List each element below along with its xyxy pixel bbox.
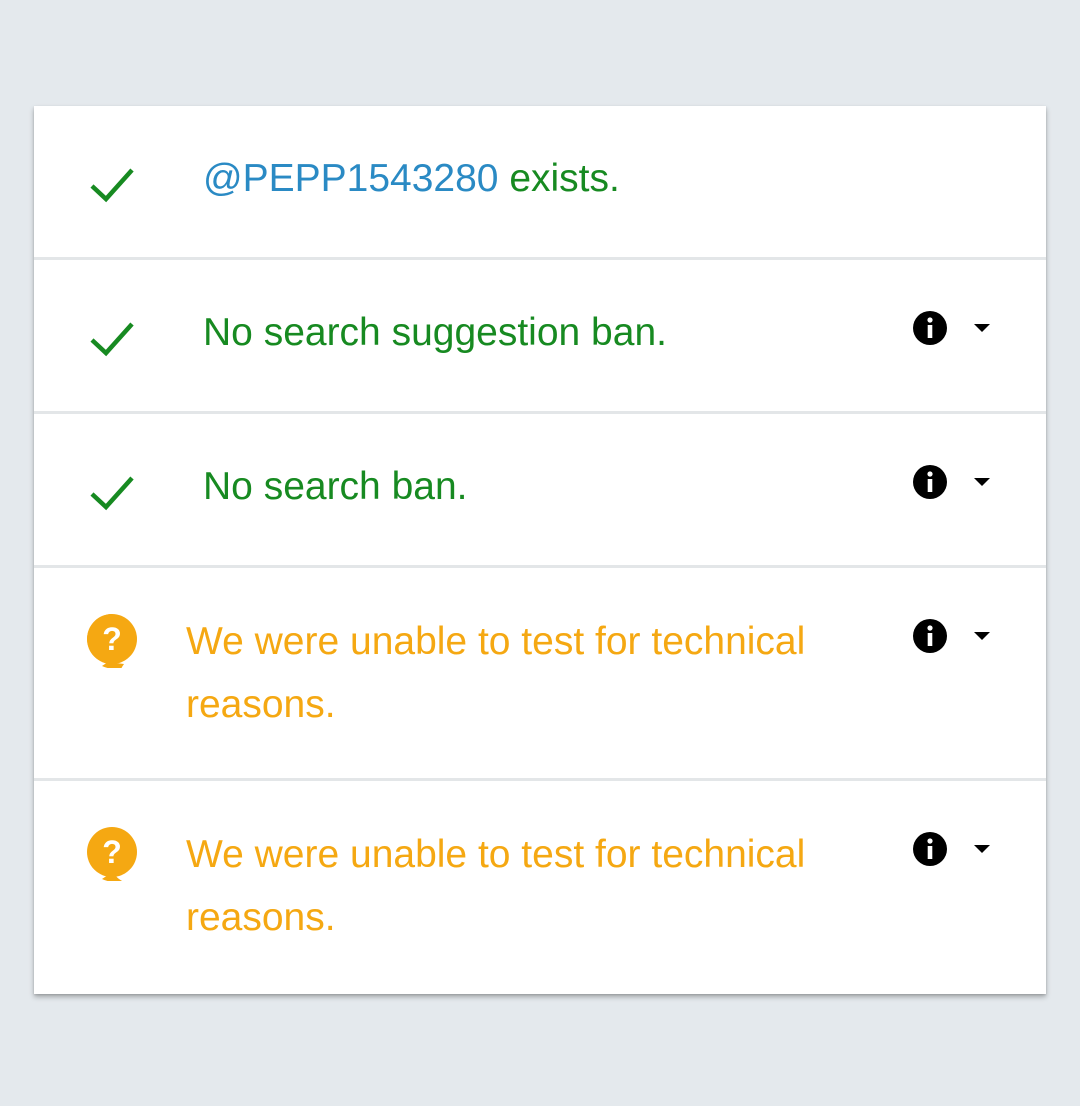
caret-down-icon[interactable] xyxy=(972,630,992,642)
result-text: We were unable to test for technical rea… xyxy=(186,833,806,939)
result-text: No search suggestion ban. xyxy=(203,311,667,354)
caret-down-icon[interactable] xyxy=(972,476,992,488)
info-icon[interactable] xyxy=(912,310,948,346)
check-icon xyxy=(90,476,134,511)
question-icon: ? xyxy=(87,827,137,881)
check-icon xyxy=(90,322,134,357)
check-icon xyxy=(90,168,134,203)
info-icon[interactable] xyxy=(912,464,948,500)
info-icon[interactable] xyxy=(912,831,948,867)
result-message: @PEPP1543280 exists. xyxy=(203,147,620,210)
results-card: @PEPP1543280 exists. No search suggestio… xyxy=(34,106,1046,994)
result-row-search-ban[interactable]: No search ban. xyxy=(34,414,1046,568)
svg-text:?: ? xyxy=(102,834,122,870)
svg-text:?: ? xyxy=(102,621,122,657)
question-icon: ? xyxy=(87,614,137,668)
result-row-unknown-1[interactable]: ? We were unable to test for technical r… xyxy=(34,568,1046,781)
caret-down-icon[interactable] xyxy=(972,843,992,855)
result-text: No search ban. xyxy=(203,465,468,508)
result-text: exists. xyxy=(509,157,620,200)
account-handle-link[interactable]: @PEPP1543280 xyxy=(203,157,498,200)
result-text: We were unable to test for technical rea… xyxy=(186,620,806,726)
info-icon[interactable] xyxy=(912,618,948,654)
result-row-unknown-2[interactable]: ? We were unable to test for technical r… xyxy=(34,781,1046,994)
result-row-search-suggestion-ban[interactable]: No search suggestion ban. xyxy=(34,260,1046,414)
caret-down-icon[interactable] xyxy=(972,322,992,334)
result-row-account-exists: @PEPP1543280 exists. xyxy=(34,106,1046,260)
